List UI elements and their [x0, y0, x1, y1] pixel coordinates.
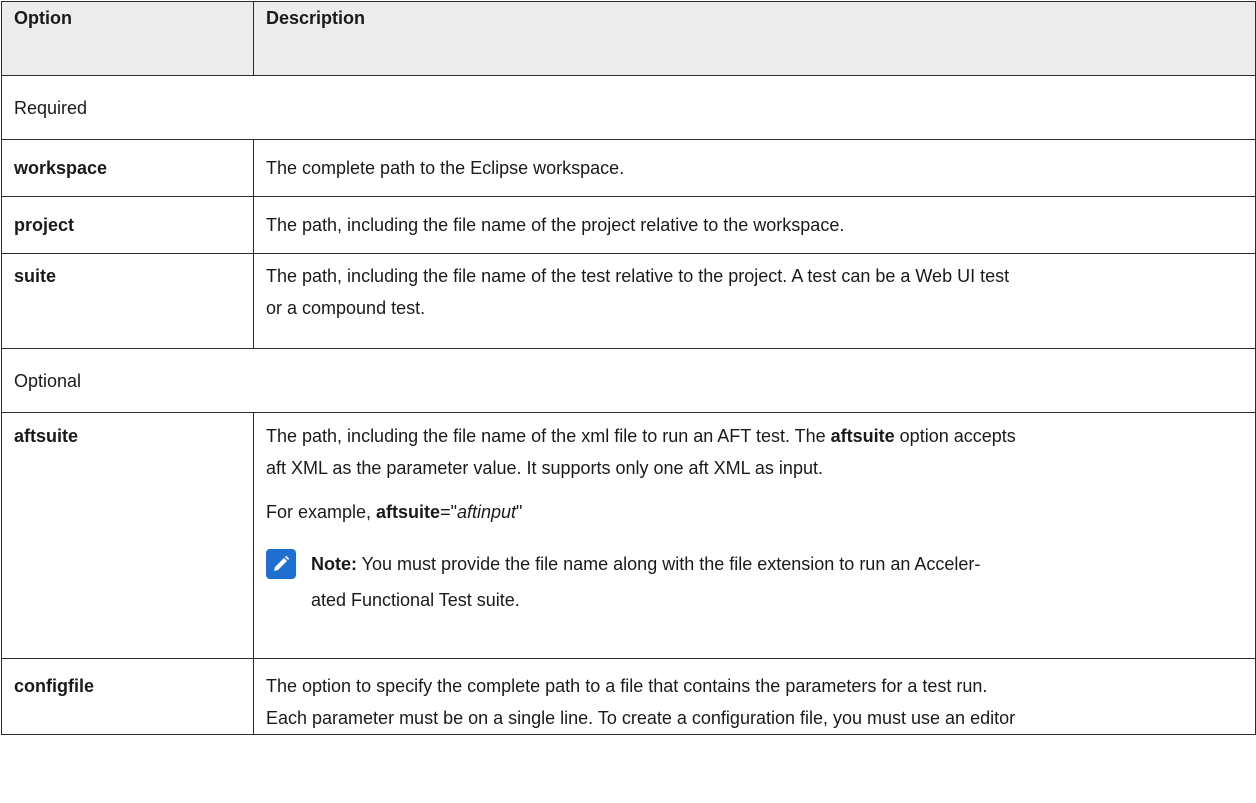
option-name: workspace: [1, 139, 254, 197]
section-row-required: Required: [1, 75, 1256, 140]
table-row: configfile The option to specify the com…: [1, 658, 1256, 735]
description-line: or a compound test.: [266, 298, 426, 318]
description-paragraph: The path, including the file name of the…: [266, 420, 1243, 484]
description-text: aft XML as the parameter value. It suppo…: [266, 458, 823, 478]
description-text: The path, including the file name of the…: [266, 426, 831, 446]
example-prefix: For example,: [266, 502, 377, 522]
pencil-icon: [266, 549, 296, 579]
option-description: The path, including the file name of the…: [253, 253, 1256, 349]
option-name: aftsuite: [1, 412, 254, 659]
description-text: option accepts: [894, 426, 1016, 446]
inline-keyword: aftsuite: [830, 426, 895, 446]
section-row-optional: Optional: [1, 348, 1256, 413]
option-description: The complete path to the Eclipse workspa…: [253, 139, 1256, 197]
header-option: Option: [1, 1, 254, 76]
note-body: ated Functional Test suite.: [311, 590, 520, 610]
options-table: Option Description Required workspace Th…: [1, 1, 1256, 735]
option-name: project: [1, 196, 254, 254]
description-line: The path, including the file name of the…: [266, 266, 1010, 286]
header-description: Description: [253, 1, 1256, 76]
table-row: aftsuite The path, including the file na…: [1, 412, 1256, 659]
description-line: Each parameter must be on a single line.…: [266, 708, 1016, 728]
example-keyword: aftsuite: [376, 502, 441, 522]
table-header-row: Option Description: [1, 1, 1256, 76]
note-label: Note:: [311, 554, 357, 574]
section-label-required: Required: [1, 75, 1256, 140]
example-equals: =": [440, 502, 457, 522]
option-name: configfile: [1, 658, 254, 735]
example-value: aftinput: [456, 502, 517, 522]
table-row: project The path, including the file nam…: [1, 196, 1256, 254]
option-description: The path, including the file name of the…: [253, 412, 1256, 659]
option-name: suite: [1, 253, 254, 349]
table-row: suite The path, including the file name …: [1, 253, 1256, 349]
option-description: The path, including the file name of the…: [253, 196, 1256, 254]
pencil-icon-graphic: [274, 555, 290, 571]
section-label-optional: Optional: [1, 348, 1256, 413]
table-row: workspace The complete path to the Eclip…: [1, 139, 1256, 197]
note-text: Note: You must provide the file name alo…: [311, 546, 980, 618]
option-description: The option to specify the complete path …: [253, 658, 1256, 735]
example-paragraph: For example, aftsuite="aftinput": [266, 496, 1243, 528]
description-line: The option to specify the complete path …: [266, 676, 988, 696]
note-callout: Note: You must provide the file name alo…: [266, 546, 1243, 618]
example-close-quote: ": [516, 502, 523, 522]
note-body: You must provide the file name along wit…: [357, 554, 981, 574]
